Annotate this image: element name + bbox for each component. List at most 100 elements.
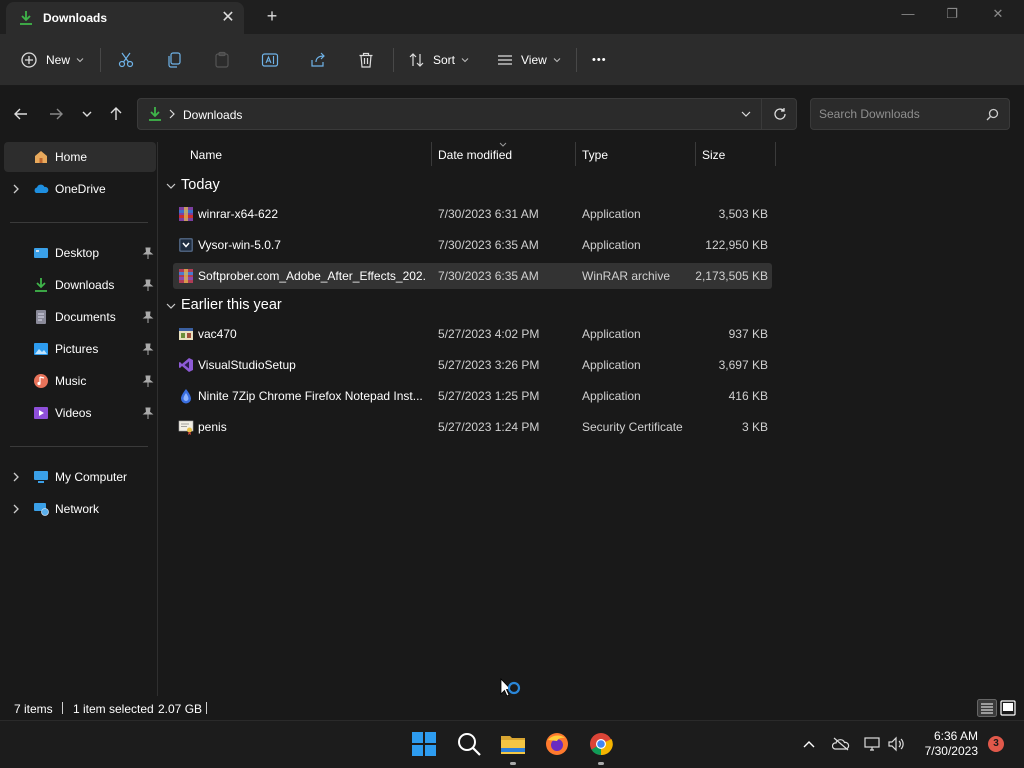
- chevron-right-icon[interactable]: [10, 470, 22, 484]
- column-divider[interactable]: [695, 142, 696, 166]
- restore-button[interactable]: ❐: [939, 4, 965, 24]
- back-arrow-icon[interactable]: [11, 104, 31, 124]
- table-row[interactable]: vac470 5/27/2023 4:02 PM Application 937…: [173, 321, 772, 347]
- copy-button[interactable]: [165, 48, 183, 72]
- column-header-label: Name: [190, 148, 223, 162]
- refresh-icon[interactable]: [773, 107, 787, 121]
- pin-icon[interactable]: [142, 278, 154, 292]
- file-size: 122,950 KB: [705, 238, 768, 252]
- column-header-type[interactable]: Type: [582, 142, 694, 168]
- firefox-icon[interactable]: [544, 731, 570, 757]
- volume-icon[interactable]: [887, 736, 905, 752]
- pin-icon[interactable]: [142, 342, 154, 356]
- table-row[interactable]: penis 5/27/2023 1:24 PM Security Certifi…: [173, 414, 772, 440]
- search-icon[interactable]: [986, 108, 999, 121]
- sidebar-item-pictures[interactable]: Pictures: [4, 334, 156, 364]
- new-tab-button[interactable]: +: [262, 6, 282, 26]
- pin-icon[interactable]: [142, 310, 154, 324]
- chevron-right-icon[interactable]: [10, 502, 22, 516]
- column-header-date[interactable]: Date modified: [438, 142, 574, 168]
- column-header-size[interactable]: Size: [702, 142, 774, 168]
- sidebar-item-music[interactable]: Music: [4, 366, 156, 396]
- share-button[interactable]: [309, 48, 327, 72]
- pin-icon[interactable]: [142, 246, 154, 260]
- table-row[interactable]: Vysor-win-5.0.7 7/30/2023 6:35 AM Applic…: [173, 232, 772, 258]
- more-options-button[interactable]: •••: [592, 48, 607, 72]
- sidebar-item-home[interactable]: Home: [4, 142, 156, 172]
- visual-studio-icon: [179, 358, 193, 372]
- delete-button[interactable]: [357, 48, 375, 72]
- desktop-icon: [34, 248, 48, 258]
- search-input[interactable]: [819, 99, 979, 129]
- column-divider[interactable]: [575, 142, 576, 166]
- chevron-down-icon: [166, 183, 176, 189]
- column-divider[interactable]: [775, 142, 776, 166]
- rename-button[interactable]: [261, 48, 279, 72]
- column-header-label: Type: [582, 148, 609, 162]
- sidebar-item-my-computer[interactable]: My Computer: [4, 462, 156, 492]
- app-icon: [179, 328, 193, 340]
- sidebar-item-label: Network: [55, 502, 100, 516]
- running-indicator: [510, 762, 516, 765]
- chevron-right-icon[interactable]: [168, 109, 176, 119]
- column-header-name[interactable]: Name: [190, 142, 430, 168]
- file-date: 7/30/2023 6:35 AM: [438, 269, 539, 283]
- sort-button[interactable]: Sort: [408, 48, 469, 72]
- file-date: 5/27/2023 3:26 PM: [438, 358, 540, 372]
- chevron-down-icon[interactable]: [741, 110, 751, 118]
- new-button[interactable]: New: [20, 48, 84, 72]
- group-header[interactable]: Today: [165, 174, 465, 198]
- search-box[interactable]: [810, 98, 1010, 130]
- close-tab-button[interactable]: ✕: [218, 8, 238, 28]
- system-clock[interactable]: 6:36 AM 7/30/2023: [925, 729, 978, 759]
- sidebar-item-label: Pictures: [55, 342, 99, 356]
- file-type: Application: [582, 207, 641, 221]
- forward-arrow-icon[interactable]: [46, 104, 66, 124]
- sidebar-item-onedrive[interactable]: OneDrive: [4, 174, 156, 204]
- window-tab[interactable]: Downloads ✕: [6, 2, 244, 34]
- chrome-icon[interactable]: [588, 731, 614, 757]
- windows-start-icon[interactable]: [411, 731, 437, 757]
- file-type: Application: [582, 238, 641, 252]
- cut-button[interactable]: [117, 48, 135, 72]
- details-view-icon[interactable]: [977, 699, 997, 717]
- onedrive-icon: [34, 184, 49, 193]
- column-header-label: Size: [702, 148, 726, 162]
- paste-button[interactable]: [213, 48, 231, 72]
- chevron-right-icon[interactable]: [10, 182, 22, 196]
- notification-badge[interactable]: 3: [988, 736, 1004, 752]
- sidebar-item-desktop[interactable]: Desktop: [4, 238, 156, 268]
- file-date: 5/27/2023 1:25 PM: [438, 389, 540, 403]
- address-bar[interactable]: Downloads: [137, 98, 797, 130]
- breadcrumb-downloads[interactable]: Downloads: [183, 108, 242, 122]
- sidebar-divider: [10, 446, 148, 447]
- paste-icon: [215, 51, 229, 68]
- pin-icon[interactable]: [142, 406, 154, 420]
- table-row[interactable]: Ninite 7Zip Chrome Firefox Notepad Inst.…: [173, 383, 772, 409]
- pin-icon[interactable]: [142, 374, 154, 388]
- table-row[interactable]: VisualStudioSetup 5/27/2023 3:26 PM Appl…: [173, 352, 772, 378]
- file-explorer-icon[interactable]: [500, 731, 526, 757]
- table-row-selected[interactable]: Softprober.com_Adobe_After_Effects_202..…: [173, 263, 772, 289]
- sidebar-item-documents[interactable]: Documents: [4, 302, 156, 332]
- tiles-view-icon[interactable]: [1000, 700, 1016, 716]
- close-window-button[interactable]: ✕: [985, 4, 1011, 24]
- group-label: Earlier this year: [181, 297, 282, 313]
- search-icon[interactable]: [456, 731, 482, 757]
- downloads-icon: [20, 11, 32, 25]
- recent-locations-icon[interactable]: [77, 104, 97, 124]
- item-count: 7 items: [14, 702, 53, 716]
- network-status-icon[interactable]: [864, 736, 882, 752]
- chevron-up-icon[interactable]: [802, 739, 816, 749]
- column-divider[interactable]: [431, 142, 432, 166]
- table-row[interactable]: winrar-x64-622 7/30/2023 6:31 AM Applica…: [173, 201, 772, 227]
- group-header[interactable]: Earlier this year: [165, 294, 465, 318]
- sidebar-item-downloads[interactable]: Downloads: [4, 270, 156, 300]
- onedrive-offline-icon[interactable]: [832, 737, 850, 751]
- minimize-button[interactable]: —: [895, 4, 921, 24]
- sidebar-item-network[interactable]: Network: [4, 494, 156, 524]
- view-button[interactable]: View: [496, 48, 561, 72]
- up-arrow-icon[interactable]: [106, 104, 126, 124]
- title-bar: Downloads ✕ + — ❐ ✕: [0, 0, 1024, 34]
- sidebar-item-videos[interactable]: Videos: [4, 398, 156, 428]
